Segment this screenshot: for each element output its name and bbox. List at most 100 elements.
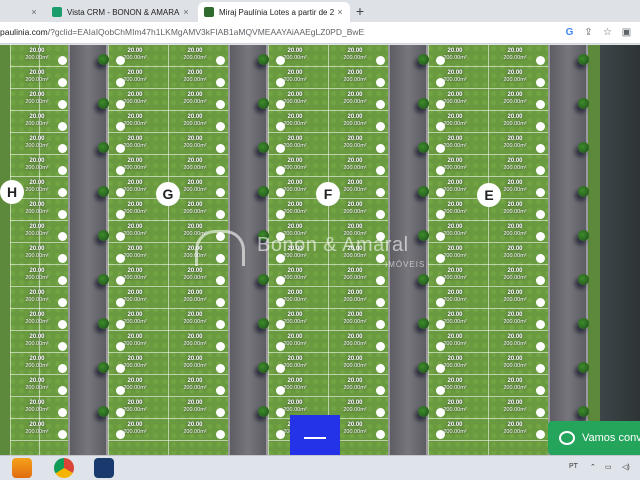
lot-number-marker <box>376 342 385 351</box>
lot-number-marker <box>58 408 67 417</box>
lot-number-marker <box>276 188 285 197</box>
lot-number-marker <box>58 78 67 87</box>
menu-button[interactable] <box>290 415 340 455</box>
lot-number-marker <box>58 122 67 131</box>
lot-label: 20.00200.00m² <box>25 334 49 347</box>
close-icon[interactable]: × <box>28 7 40 17</box>
tab-strip: × Vista CRM - BONON & AMARAL × Miraj Pau… <box>0 0 640 22</box>
lot-number-marker <box>536 320 545 329</box>
lot-number-marker <box>58 364 67 373</box>
tree <box>418 142 429 153</box>
lot-number-marker <box>276 320 285 329</box>
lot-number-marker <box>216 386 225 395</box>
lot-label: 20.00200.00m² <box>25 158 49 171</box>
lot-label: 20.00200.00m² <box>503 92 527 105</box>
new-tab-button[interactable]: + <box>352 3 368 19</box>
tree <box>578 230 589 241</box>
lot-number-marker <box>58 386 67 395</box>
lot-number-marker <box>436 78 445 87</box>
close-icon[interactable]: × <box>334 7 346 17</box>
lot-number-marker <box>216 78 225 87</box>
lot-number-marker <box>116 430 125 439</box>
lot-label: 20.00200.00m² <box>25 268 49 281</box>
lot-label: 20.00200.00m² <box>183 114 207 127</box>
lot-number-marker <box>116 166 125 175</box>
lot-number-marker <box>116 276 125 285</box>
lot-number-marker <box>276 166 285 175</box>
lot-number-marker <box>376 430 385 439</box>
whatsapp-label: Vamos conv <box>582 432 640 444</box>
lot-label: 20.00200.00m² <box>183 158 207 171</box>
google-icon[interactable]: G <box>563 26 576 39</box>
lot-number-marker <box>276 56 285 65</box>
lot-number-marker <box>58 232 67 241</box>
tree <box>258 142 269 153</box>
tree <box>258 54 269 65</box>
tab-title: Miraj Paulínia Lotes a partir de 2 <box>219 7 334 17</box>
lot-label: 20.00200.00m² <box>343 378 367 391</box>
lot-label: 20.00200.00m² <box>25 48 49 61</box>
language-indicator[interactable]: PT <box>569 463 578 470</box>
lot-number-marker <box>536 298 545 307</box>
lot-label: 20.00200.00m² <box>503 290 527 303</box>
lot-number-marker <box>536 188 545 197</box>
tab-vista-crm[interactable]: Vista CRM - BONON & AMARAL × <box>46 2 196 22</box>
lot-number-marker <box>536 276 545 285</box>
lot-number-marker <box>116 56 125 65</box>
lot-label: 20.00200.00m² <box>503 224 527 237</box>
quadra-label: F <box>316 182 340 206</box>
volume-icon[interactable]: ◁) <box>622 463 630 471</box>
lot-label: 20.00200.00m² <box>183 334 207 347</box>
lot-number-marker <box>116 408 125 417</box>
lot-label: 20.00200.00m² <box>503 246 527 259</box>
media-player-icon[interactable] <box>12 458 32 478</box>
address-bar[interactable]: paulinia.com/?gclid=EAIaIQobChMIm47h1LKM… <box>0 27 364 37</box>
lot-number-marker <box>58 100 67 109</box>
lot-number-marker <box>116 298 125 307</box>
whatsapp-chat-button[interactable]: Vamos conv <box>548 421 640 455</box>
menu-icon <box>304 437 326 439</box>
address-toolbar: paulinia.com/?gclid=EAIaIQobChMIm47h1LKM… <box>0 22 640 44</box>
star-icon[interactable]: ☆ <box>601 26 614 39</box>
lot-number-marker <box>58 56 67 65</box>
network-icon[interactable]: ▭ <box>605 463 612 471</box>
lot-number-marker <box>436 298 445 307</box>
lot-number-marker <box>536 342 545 351</box>
previous-tab-close[interactable]: × <box>28 2 46 22</box>
lot-number-marker <box>436 144 445 153</box>
lot-label: 20.00200.00m² <box>25 400 49 413</box>
lot-number-marker <box>58 188 67 197</box>
lot-number-marker <box>58 144 67 153</box>
extension-icon[interactable]: ▣ <box>620 26 633 39</box>
lot-label: 20.00200.00m² <box>183 70 207 83</box>
tree <box>578 142 589 153</box>
security-app-icon[interactable] <box>94 458 114 478</box>
close-icon[interactable]: × <box>180 7 192 17</box>
share-icon[interactable]: ⇪ <box>582 26 595 39</box>
tab-miraj-paulinia[interactable]: Miraj Paulínia Lotes a partir de 2 × <box>198 2 350 22</box>
tree <box>98 230 109 241</box>
tree <box>578 186 589 197</box>
lot-label: 20.00200.00m² <box>183 48 207 61</box>
page-viewport[interactable]: 20.00 200.00m² 20.00 200.00m² 20.00 200.00m² 2… <box>0 45 640 455</box>
lot-number-marker <box>216 430 225 439</box>
tree <box>98 186 109 197</box>
lot-number-marker <box>216 166 225 175</box>
tree <box>578 406 589 417</box>
lot-label: 20.00200.00m² <box>25 224 49 237</box>
lot-label: 20.00200.00m² <box>25 136 49 149</box>
chrome-icon[interactable] <box>54 458 74 478</box>
lot-number-marker <box>436 320 445 329</box>
vista-crm-favicon-icon <box>52 7 62 17</box>
lot-label: 20.00200.00m² <box>503 70 527 83</box>
quadra-label: H <box>0 180 24 204</box>
lot-number-marker <box>276 408 285 417</box>
lot-number-marker <box>116 254 125 263</box>
tree <box>418 362 429 373</box>
chevron-up-icon[interactable]: ⌃ <box>590 463 596 471</box>
lot-number-marker <box>436 386 445 395</box>
lot-number-marker <box>216 144 225 153</box>
lot-label: 20.00200.00m² <box>503 48 527 61</box>
tree <box>98 362 109 373</box>
lot-number-marker <box>216 122 225 131</box>
